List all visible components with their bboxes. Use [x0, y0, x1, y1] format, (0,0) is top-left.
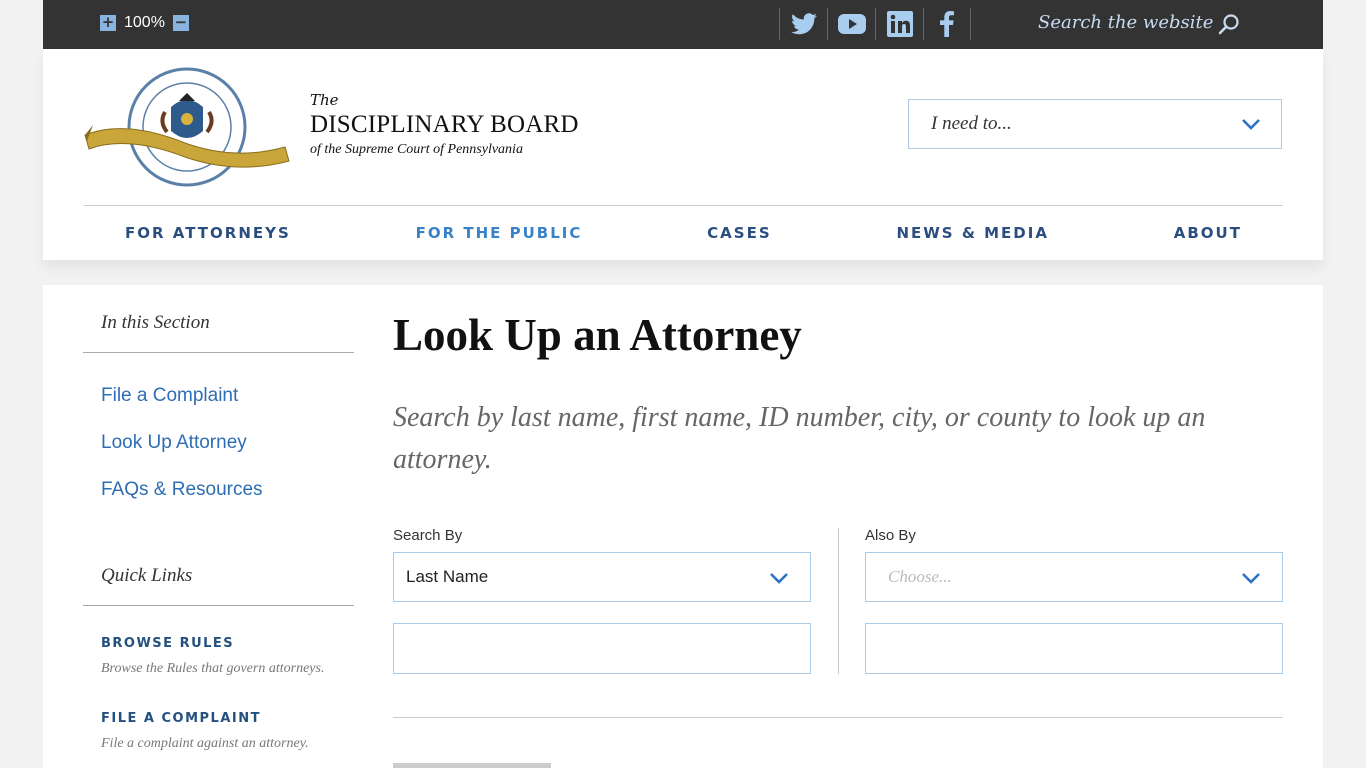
page-intro: Search by last name, first name, ID numb… [393, 402, 1206, 475]
facebook-link[interactable] [923, 8, 971, 40]
zoom-control: + 100% − [100, 14, 189, 32]
brand-subtitle: of the Supreme Court of Pennsylvania [310, 142, 523, 157]
page-title: Look Up an Attorney [393, 310, 802, 360]
top-utility-bar: + 100% − Search the website [43, 0, 1323, 49]
youtube-icon [837, 14, 866, 34]
linkedin-icon [886, 11, 913, 37]
brand-name: DISCIPLINARY BOARD [310, 111, 579, 138]
sidebar-link-look-up-attorney[interactable]: Look Up Attorney [101, 432, 247, 454]
social-links [779, 8, 971, 40]
linkedin-link[interactable] [875, 8, 923, 40]
also-by-select[interactable]: Choose... [865, 552, 1283, 602]
also-by-placeholder: Choose... [888, 567, 952, 586]
quick-link-file-complaint[interactable]: FILE A COMPLAINT [101, 711, 261, 726]
brand-the: The [310, 91, 339, 109]
search-by-label: Search By [393, 527, 463, 544]
zoom-out-button[interactable]: − [172, 15, 189, 31]
chevron-down-icon [1242, 119, 1260, 130]
search-submit-button[interactable] [393, 763, 551, 768]
supreme-court-seal-logo[interactable] [83, 67, 293, 187]
nav-news-media[interactable]: NEWS & MEDIA [896, 224, 1049, 242]
section-heading: In this Section [101, 312, 210, 333]
main-navigation: FOR ATTORNEYS FOR THE PUBLIC CASES NEWS … [84, 205, 1283, 260]
quick-link-file-complaint-desc: File a complaint against an attorney. [101, 736, 309, 751]
i-need-to-dropdown[interactable]: I need to... [908, 99, 1282, 149]
also-by-label: Also By [865, 527, 916, 544]
chevron-down-icon [1242, 573, 1260, 584]
main-content: In this Section File a Complaint Look Up… [43, 285, 1323, 768]
quick-links-heading: Quick Links [101, 565, 193, 586]
also-by-input[interactable] [865, 623, 1283, 674]
twitter-icon [790, 13, 817, 35]
quick-link-browse-rules-desc: Browse the Rules that govern attorneys. [101, 661, 325, 676]
search-icon[interactable] [1218, 14, 1240, 36]
sidebar-divider [83, 352, 354, 353]
nav-for-the-public[interactable]: FOR THE PUBLIC [416, 224, 583, 242]
quick-link-browse-rules[interactable]: BROWSE RULES [101, 636, 234, 651]
sidebar-link-faqs-resources[interactable]: FAQs & Resources [101, 479, 263, 501]
zoom-level: 100% [124, 14, 165, 31]
sidebar-link-file-complaint[interactable]: File a Complaint [101, 385, 238, 407]
zoom-in-button[interactable]: + [100, 15, 116, 31]
nav-cases[interactable]: CASES [707, 224, 771, 242]
nav-for-attorneys[interactable]: FOR ATTORNEYS [125, 224, 291, 242]
search-by-select[interactable]: Last Name [393, 552, 811, 602]
quick-links-divider [83, 605, 354, 606]
brand-wordmark[interactable]: The DISCIPLINARY BOARD of the Supreme Co… [310, 91, 579, 158]
chevron-down-icon [770, 573, 788, 584]
search-by-input[interactable] [393, 623, 811, 674]
site-search-input[interactable]: Search the website [1038, 12, 1213, 33]
nav-about[interactable]: ABOUT [1174, 224, 1242, 242]
site-header: The DISCIPLINARY BOARD of the Supreme Co… [43, 49, 1323, 260]
form-divider [393, 717, 1283, 718]
facebook-icon [940, 11, 954, 37]
field-divider [838, 528, 839, 674]
i-need-to-label: I need to... [931, 113, 1012, 134]
youtube-link[interactable] [827, 8, 875, 40]
twitter-link[interactable] [779, 8, 827, 40]
search-by-value: Last Name [406, 567, 489, 586]
